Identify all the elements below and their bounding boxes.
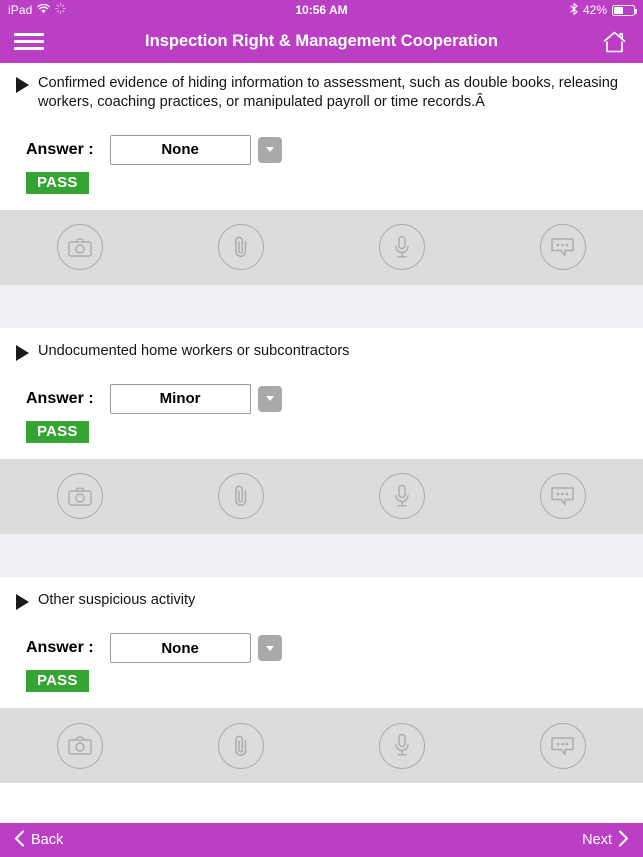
microphone-icon — [378, 224, 425, 270]
sync-activity-icon — [55, 3, 67, 17]
attachment-toolbar — [0, 458, 643, 534]
comment-icon — [539, 473, 586, 520]
battery-icon — [612, 4, 637, 16]
hamburger-bar — [14, 40, 44, 43]
answer-label: Answer : — [26, 639, 94, 656]
chevron-right-icon — [618, 829, 629, 851]
answer-label: Answer : — [26, 140, 94, 158]
attachment-button[interactable] — [161, 473, 322, 520]
caret-glyph — [265, 147, 274, 152]
question-row[interactable]: Undocumented home workers or subcontract… — [0, 328, 643, 361]
home-icon[interactable] — [599, 27, 629, 57]
chevron-down-icon[interactable] — [257, 385, 282, 412]
chevron-down-icon[interactable] — [257, 635, 282, 661]
comment-button[interactable] — [482, 722, 643, 769]
attachment-toolbar — [0, 708, 643, 783]
voice-note-button[interactable] — [322, 224, 483, 270]
camera-icon — [57, 473, 104, 520]
chevron-left-icon — [14, 829, 25, 851]
battery-percent: 42% — [582, 3, 607, 17]
camera-button[interactable] — [0, 473, 161, 520]
ios-status-bar: iPad 10:56 AM 42% — [0, 0, 643, 20]
next-label: Next — [582, 832, 612, 848]
microphone-icon — [378, 722, 425, 769]
answer-select[interactable]: None — [109, 134, 251, 165]
comment-icon — [539, 722, 586, 769]
caret-glyph — [265, 645, 274, 651]
device-name: iPad — [8, 3, 33, 17]
status-row: PASS — [0, 165, 643, 194]
answer-row: Answer : None — [0, 113, 643, 165]
caret-glyph — [265, 396, 274, 402]
question-block: Undocumented home workers or subcontract… — [0, 328, 643, 443]
status-bar-clock: 10:56 AM — [295, 3, 348, 17]
answer-row: Answer : None — [0, 610, 643, 663]
question-block: Confirmed evidence of hiding information… — [0, 63, 643, 194]
hamburger-bar — [14, 33, 44, 36]
answer-row: Answer : Minor — [0, 361, 643, 414]
status-badge: PASS — [26, 420, 89, 443]
attachment-toolbar — [0, 209, 643, 285]
paperclip-icon — [218, 722, 265, 769]
microphone-icon — [378, 473, 425, 520]
status-bar-right: 42% — [570, 2, 637, 18]
hamburger-bar — [14, 47, 44, 50]
question-row[interactable]: Confirmed evidence of hiding information… — [0, 63, 643, 113]
attachment-button[interactable] — [161, 224, 322, 270]
camera-icon — [57, 224, 104, 270]
question-text: Undocumented home workers or subcontract… — [38, 342, 350, 359]
app-header: Inspection Right & Management Cooperatio… — [0, 20, 643, 63]
comment-icon — [539, 224, 586, 270]
next-button[interactable]: Next — [582, 829, 629, 851]
paperclip-icon — [218, 473, 265, 520]
voice-note-button[interactable] — [322, 473, 483, 520]
status-badge: PASS — [26, 670, 89, 692]
wifi-icon — [37, 3, 51, 17]
answer-label: Answer : — [26, 389, 94, 407]
expand-triangle-icon[interactable] — [16, 77, 29, 93]
expand-triangle-icon[interactable] — [16, 593, 29, 610]
status-badge: PASS — [26, 171, 89, 194]
hamburger-menu-icon[interactable] — [14, 31, 44, 53]
section-spacer — [0, 284, 643, 328]
question-block: Other suspicious activity Answer : None … — [0, 577, 643, 692]
camera-button[interactable] — [0, 722, 161, 769]
voice-note-button[interactable] — [322, 722, 483, 769]
question-text: Confirmed evidence of hiding information… — [38, 75, 619, 111]
battery-fill — [614, 6, 623, 14]
question-text: Other suspicious activity — [38, 591, 196, 608]
questionnaire-scroll-area[interactable]: Confirmed evidence of hiding information… — [0, 63, 643, 823]
bottom-navigation-bar: Back Next — [0, 823, 643, 857]
back-button[interactable]: Back — [14, 829, 64, 851]
answer-select[interactable]: None — [109, 633, 251, 663]
attachment-button[interactable] — [161, 722, 322, 769]
status-row: PASS — [0, 663, 643, 692]
question-row[interactable]: Other suspicious activity — [0, 577, 643, 610]
expand-triangle-icon[interactable] — [16, 344, 29, 361]
answer-select[interactable]: Minor — [109, 383, 251, 414]
section-spacer — [0, 533, 643, 577]
bluetooth-icon — [570, 2, 578, 18]
comment-button[interactable] — [482, 473, 643, 520]
back-label: Back — [31, 832, 64, 848]
comment-button[interactable] — [482, 224, 643, 270]
camera-icon — [57, 722, 104, 769]
paperclip-icon — [218, 224, 265, 270]
camera-button[interactable] — [0, 224, 161, 270]
chevron-down-icon[interactable] — [257, 136, 282, 163]
status-row: PASS — [0, 414, 643, 443]
status-bar-left: iPad — [8, 3, 67, 17]
page-title: Inspection Right & Management Cooperatio… — [145, 32, 498, 50]
